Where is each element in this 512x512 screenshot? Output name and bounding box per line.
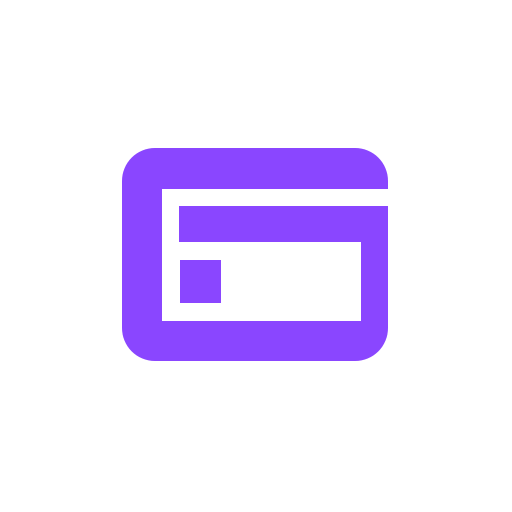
card-middle-stroke xyxy=(162,242,350,259)
card-bottom-stroke xyxy=(162,304,361,321)
card-chip xyxy=(180,260,221,303)
credit-card-icon xyxy=(122,148,388,361)
app-icon-canvas xyxy=(0,0,512,512)
card-top-stripe xyxy=(162,189,388,206)
